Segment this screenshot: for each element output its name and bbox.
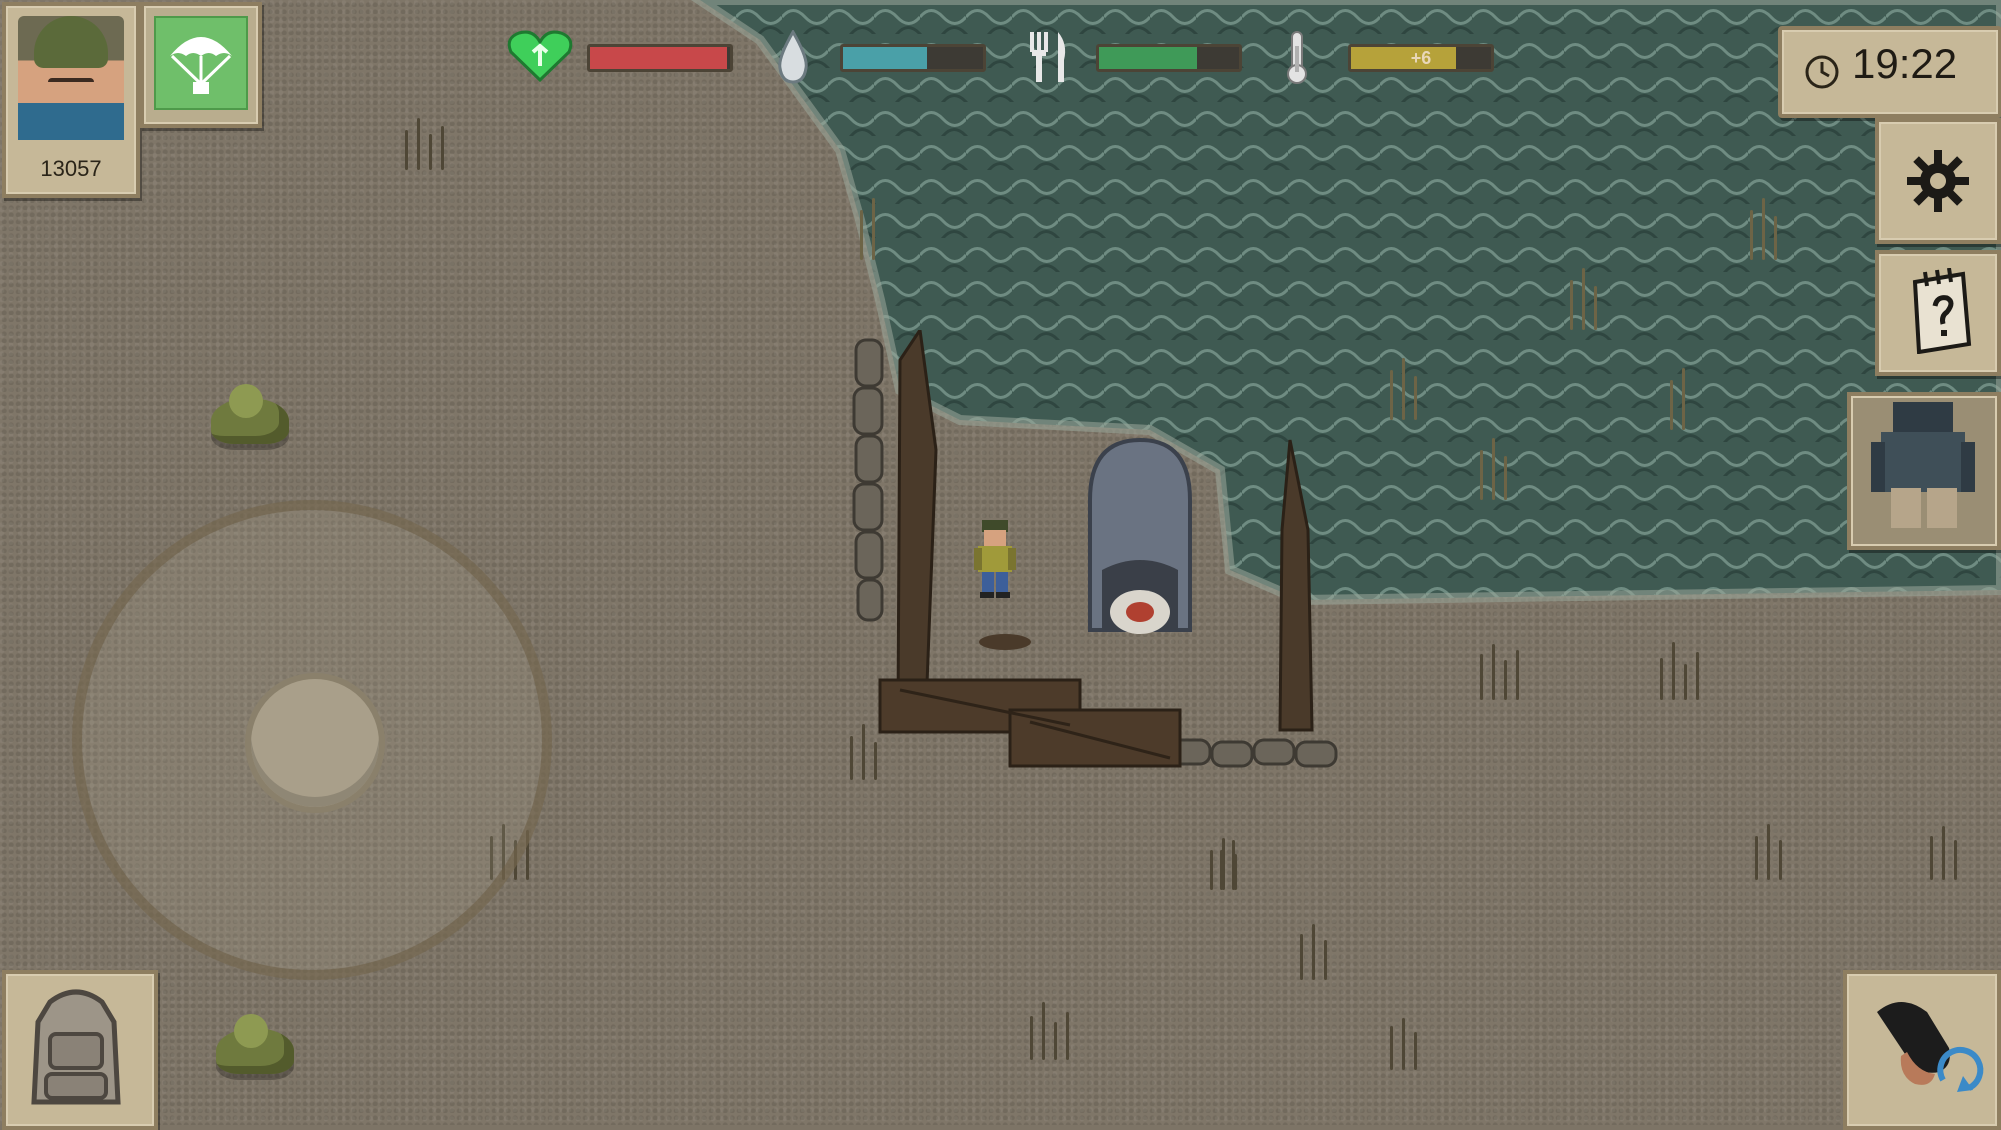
game-clock: 19:22 (1778, 26, 2001, 118)
clock-time: 19:22 (1852, 40, 1958, 87)
soldier-portrait-icon (18, 16, 124, 140)
backpack-icon (31, 989, 121, 1105)
temperature-bar: +6 (1348, 44, 1494, 72)
grass-tuft (1650, 640, 1710, 700)
thirst-stat (770, 30, 1000, 84)
thermometer-icon (1287, 31, 1307, 84)
thirst-bar-fill (843, 47, 927, 69)
player-character (974, 520, 1016, 598)
hunger-stat (1020, 30, 1250, 82)
temperature-stat: +6 (1280, 30, 1500, 84)
temperature-value: +6 (1410, 48, 1432, 68)
airdrop-button[interactable] (140, 2, 262, 128)
reeds (1660, 368, 1720, 430)
grass-tuft (1210, 830, 1270, 890)
heart-icon (507, 30, 573, 82)
reeds (850, 198, 910, 260)
quests-button[interactable] (1875, 250, 2001, 376)
notebook-icon (1912, 268, 1972, 354)
hunger-bar-fill (1099, 47, 1197, 69)
reeds (1740, 198, 1800, 260)
joystick-knob[interactable] (245, 673, 385, 813)
backpack-button[interactable] (2, 970, 158, 1130)
player-avatar-card[interactable]: 13057 (2, 2, 140, 198)
grass-tuft (1290, 920, 1350, 980)
grass-tuft (1380, 1010, 1440, 1070)
grass-tuft (1745, 820, 1805, 880)
health-stat (505, 30, 745, 82)
grass-tuft (395, 110, 455, 170)
bush[interactable] (210, 1010, 300, 1074)
campsite[interactable] (840, 330, 1360, 780)
parachute-icon (170, 37, 232, 94)
weapon-swap-icon (1877, 1002, 1984, 1092)
grass-tuft (1920, 820, 1980, 880)
grass-tuft (1020, 1000, 1080, 1060)
bush[interactable] (205, 380, 295, 444)
weapon-swap-button[interactable] (1843, 970, 2001, 1130)
reeds (1560, 268, 1620, 330)
character-button[interactable] (1847, 392, 2001, 550)
character-equipment-icon (1871, 402, 1975, 528)
reeds (1380, 358, 1440, 420)
score-counter: 13057 (40, 156, 102, 181)
gear-icon (1907, 150, 1969, 212)
fork-knife-icon (1030, 32, 1066, 82)
clock-icon (1805, 55, 1839, 89)
water-drop-icon (778, 30, 808, 84)
hunger-bar (1096, 44, 1242, 72)
health-bar (587, 44, 733, 72)
thirst-bar (840, 44, 986, 72)
grass-tuft (1470, 640, 1530, 700)
settings-button[interactable] (1875, 118, 2001, 244)
health-bar-fill (590, 47, 728, 69)
reeds (1470, 438, 1530, 500)
